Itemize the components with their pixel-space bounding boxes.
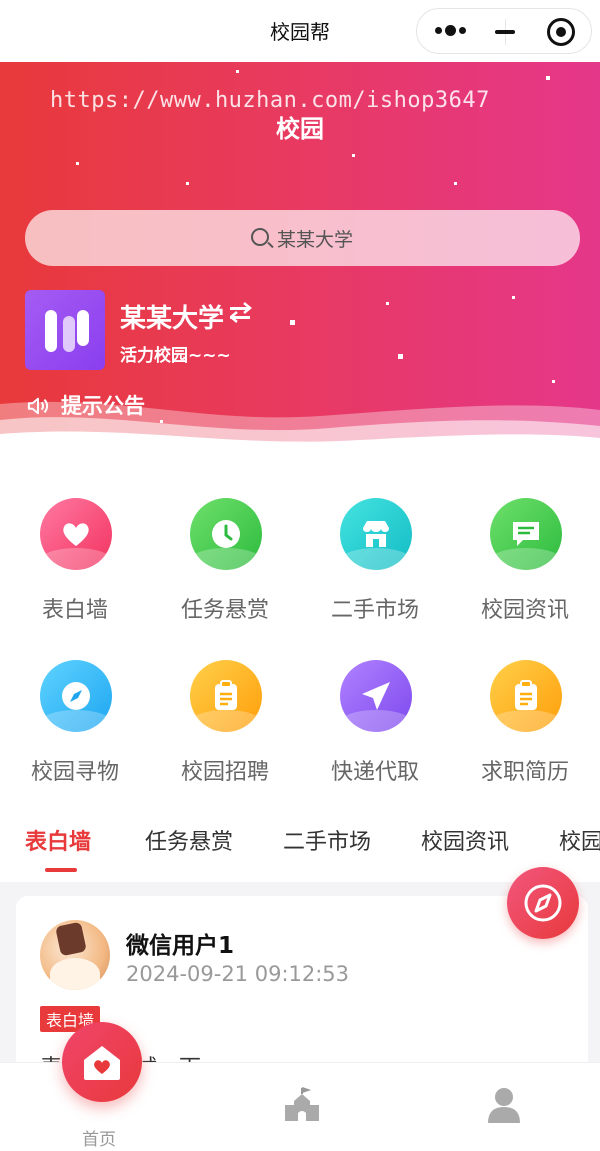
grid-item-second-hand[interactable]: 二手市场 <box>300 454 450 623</box>
post-time: 2024-09-21 09:12:53 <box>126 962 350 986</box>
app-page: 校园帮 https://www.huzhan.com/ishop3647 校园 … <box>0 0 600 1151</box>
hero-title: 校园 <box>276 115 324 143</box>
school-logo[interactable] <box>25 290 105 370</box>
floating-compass-button[interactable] <box>507 867 579 939</box>
compass-icon <box>524 884 562 922</box>
category-tabs: 表白墙 任务悬赏 二手市场 校园资讯 校园 <box>0 802 600 882</box>
clipboard-icon <box>190 660 262 732</box>
grid-label: 校园寻物 <box>30 760 119 785</box>
close-capsule-icon[interactable] <box>547 18 575 46</box>
compass-icon <box>40 660 112 732</box>
tab-task-reward[interactable]: 任务悬赏 <box>145 824 233 856</box>
hero-banner: https://www.huzhan.com/ishop3647 校园 某某大学… <box>0 62 600 454</box>
message-icon <box>490 498 562 570</box>
top-navbar: 校园帮 <box>0 0 600 62</box>
hero-wave <box>0 401 600 454</box>
grid-item-task-reward[interactable]: 任务悬赏 <box>150 454 300 623</box>
school-tagline: 活力校园~~~ <box>120 346 231 366</box>
grid-item-campus-recruit[interactable]: 校园招聘 <box>150 616 300 785</box>
grid-item-campus-news[interactable]: 校园资讯 <box>450 454 600 623</box>
avatar[interactable] <box>40 920 110 990</box>
search-input[interactable]: 某某大学 <box>25 210 580 266</box>
heart-icon <box>40 498 112 570</box>
clipboard-icon <box>490 660 562 732</box>
tab-campus-more[interactable]: 校园 <box>559 824 600 856</box>
feature-grid: 表白墙 任务悬赏 二手市场 校园资讯 校园寻物 校园招聘 快递代取 求职简历 <box>0 454 600 802</box>
home-heart-icon <box>84 1046 120 1080</box>
grid-item-confession-wall[interactable]: 表白墙 <box>0 454 150 623</box>
tab-campus-news[interactable]: 校园资讯 <box>421 824 509 856</box>
mini-program-capsule <box>416 8 592 54</box>
shop-icon <box>340 498 412 570</box>
more-icon[interactable] <box>435 23 469 39</box>
user-profile-icon[interactable] <box>484 1085 524 1125</box>
clock-icon <box>190 498 262 570</box>
grid-label: 求职简历 <box>480 760 569 785</box>
minimize-icon[interactable] <box>495 30 515 34</box>
search-icon <box>251 228 269 246</box>
grid-item-resume[interactable]: 求职简历 <box>450 616 600 785</box>
tab-confession-wall[interactable]: 表白墙 <box>25 824 91 856</box>
switch-school-icon[interactable] <box>230 302 252 324</box>
post-user-name: 微信用户1 <box>126 933 235 959</box>
active-tab-indicator <box>45 868 77 872</box>
tabbar-home-label[interactable]: 首页 <box>82 1125 116 1150</box>
tab-second-hand[interactable]: 二手市场 <box>283 824 371 856</box>
search-placeholder: 某某大学 <box>277 229 354 251</box>
send-icon <box>340 660 412 732</box>
grid-item-lost-found[interactable]: 校园寻物 <box>0 616 150 785</box>
grid-label: 校园招聘 <box>180 760 269 785</box>
grid-label: 快递代取 <box>330 760 419 785</box>
grid-item-express-pickup[interactable]: 快递代取 <box>300 616 450 785</box>
campus-building-icon[interactable] <box>282 1085 322 1125</box>
home-button[interactable] <box>62 1022 142 1102</box>
school-name[interactable]: 某某大学 <box>120 298 224 335</box>
